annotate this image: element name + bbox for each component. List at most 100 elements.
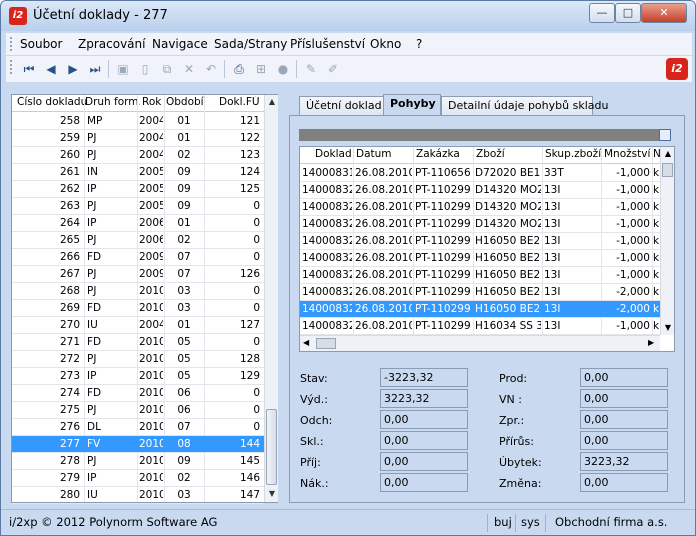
save-icon[interactable]: ▣ [114,60,132,78]
table-row[interactable]: 14000832 26.08.2010 PT-110299 H16050 BE2 :1… [300,284,660,301]
table-row[interactable]: 260 PJ 2004 02 123 [12,147,264,164]
table-row[interactable]: 280 IU 2010 03 147 [12,487,264,504]
scroll-thumb[interactable] [662,163,673,177]
col-zbozi[interactable]: Zboží [476,148,542,160]
table-cell: 08 [177,438,191,450]
last-record-icon[interactable]: ⏭ [86,60,104,78]
table-row[interactable]: 14000832 26.08.2010 PT-110299 H16050 BE2 :1… [300,267,660,284]
table-row[interactable]: 14000832 26.08.2010 PT-110299 H16034 SS 3(1… [300,318,660,335]
scroll-up-icon[interactable]: ▲ [267,97,277,106]
table-cell: 2004 [139,115,163,127]
table-cell: 0 [253,200,260,212]
pen-icon[interactable]: ✐ [324,60,342,78]
label-odch: Odch: [300,414,333,427]
column-chooser-icon[interactable] [659,129,671,141]
minimize-button[interactable]: — [589,3,615,23]
table-cell: 07 [177,251,191,263]
scroll-down-icon[interactable]: ▼ [663,323,673,332]
close-button[interactable]: ✕ [641,3,687,23]
table-row[interactable]: 268 PJ 2010 03 0 [12,283,264,300]
col-dokl-fu[interactable]: Dokl.FÚ [219,96,265,108]
table-row[interactable]: 14000832 26.08.2010 PT-110299 D14320 MO2 13I… [300,182,660,199]
documents-grid[interactable]: Číslo dokladu Druh form. Rok Období Dokl… [11,94,278,504]
print-icon[interactable]: ⎙ [230,60,248,78]
menu-help[interactable]: ? [416,37,422,51]
tab-detailni-udaje[interactable]: Detailní údaje pohybů skladu [441,96,608,116]
movements-vscrollbar[interactable]: ▲ ▼ [660,147,674,335]
table-row[interactable]: 264 IP 2006 01 0 [12,215,264,232]
table-row[interactable]: 276 DL 2010 07 0 [12,419,264,436]
tree-icon[interactable]: ⊞ [252,60,270,78]
tab-ucetni-doklad[interactable]: Účetní doklad [299,96,385,116]
menu-sada-strany[interactable]: Sada/Strany [214,37,287,51]
col-mnozstvi[interactable]: Množství [604,148,654,160]
table-row[interactable]: 262 IP 2005 09 125 [12,181,264,198]
prev-record-icon[interactable]: ◀ [42,60,60,78]
col-doklad[interactable]: Doklad [315,148,353,160]
table-cell: 26.08.2010 [355,184,412,196]
scroll-up-icon[interactable]: ▲ [663,149,673,158]
table-row[interactable]: 14000831 26.08.2010 PT-110656 D72020 BE1 :3… [300,165,660,182]
menu-okno[interactable]: Okno [370,37,401,51]
movements-grid[interactable]: Doklad Datum Zakázka Zboží Skup.zboží Mn… [299,146,675,352]
table-row[interactable]: 263 PJ 2005 09 0 [12,198,264,215]
movements-hscrollbar[interactable]: ◀ ▶ [300,335,660,351]
table-row[interactable]: 271 FD 2010 05 0 [12,334,264,351]
table-row[interactable]: 259 PJ 2004 01 122 [12,130,264,147]
menu-zpracovani[interactable]: Zpracování [78,37,145,51]
menu-navigace[interactable]: Navigace [152,37,208,51]
col-skup-zbozi[interactable]: Skup.zboží [545,148,601,160]
col-zakazka[interactable]: Zakázka [416,148,473,160]
col-druh-form[interactable]: Druh form. [85,96,140,108]
table-row[interactable]: 278 PJ 2010 09 145 [12,453,264,470]
menu-prislusenstvi[interactable]: Příslušenství [290,37,365,51]
table-row[interactable]: 14000832 26.08.2010 PT-110299 D14320 MO2 13I… [300,216,660,233]
table-row[interactable]: 275 PJ 2010 06 0 [12,402,264,419]
new-document-icon[interactable]: ▯ [136,60,154,78]
table-row[interactable]: 272 PJ 2010 05 128 [12,351,264,368]
table-row[interactable]: 14000832 26.08.2010 PT-110299 D14320 MO2 13I… [300,199,660,216]
table-row[interactable]: 269 FD 2010 03 0 [12,300,264,317]
scroll-down-icon[interactable]: ▼ [267,489,277,498]
table-cell: k [653,184,660,196]
copy-icon[interactable]: ⧉ [158,60,176,78]
status-db: sys [521,515,540,529]
delete-icon[interactable]: ✕ [180,60,198,78]
scroll-thumb[interactable] [266,409,277,485]
table-row[interactable]: 14000832 26.08.2010 PT-110299 H16050 BE2 :1… [300,233,660,250]
table-row[interactable]: 267 PJ 2009 07 126 [12,266,264,283]
next-record-icon[interactable]: ▶ [64,60,82,78]
table-cell: 26.08.2010 [355,201,412,213]
table-row[interactable]: 274 FD 2010 06 0 [12,385,264,402]
table-row[interactable]: 279 IP 2010 02 146 [12,470,264,487]
col-n[interactable]: N [653,148,660,160]
table-row[interactable]: 266 FD 2009 07 0 [12,249,264,266]
scroll-right-icon[interactable]: ▶ [648,338,654,347]
menu-soubor[interactable]: Soubor [20,37,62,51]
edit-icon[interactable]: ✎ [302,60,320,78]
table-cell: FD [87,251,102,263]
table-row[interactable]: 273 IP 2010 05 129 [12,368,264,385]
col-obdobi[interactable]: Období [166,96,206,108]
table-row[interactable]: 277 FV 2010 08 144 [12,436,264,453]
col-datum[interactable]: Datum [356,148,414,160]
table-cell: 13I [544,320,561,332]
table-row[interactable]: 261 IN 2005 09 124 [12,164,264,181]
documents-scrollbar[interactable]: ▲ ▼ [264,95,278,502]
scroll-thumb[interactable] [316,338,336,349]
tab-pohyby[interactable]: Pohyby [383,94,441,116]
table-row[interactable]: 258 MP 2004 01 121 [12,113,264,130]
first-record-icon[interactable]: ⏮ [20,60,38,78]
table-row[interactable]: 14000832 26.08.2010 PT-110299 H16050 BE2 :1… [300,301,660,318]
table-row[interactable]: 14000832 26.08.2010 PT-110299 H16050 BE2 :1… [300,250,660,267]
table-row[interactable]: 265 PJ 2006 02 0 [12,232,264,249]
label-zmena: Změna: [499,477,542,490]
table-cell: 129 [239,370,260,382]
stop-icon[interactable]: ● [274,60,292,78]
scroll-left-icon[interactable]: ◀ [303,338,309,347]
undo-icon[interactable]: ↶ [202,60,220,78]
table-cell: 2006 [139,234,163,246]
table-row[interactable]: 270 IU 2004 01 127 [12,317,264,334]
maximize-button[interactable]: □ [615,3,641,23]
table-cell: PT-110299 [415,252,471,264]
